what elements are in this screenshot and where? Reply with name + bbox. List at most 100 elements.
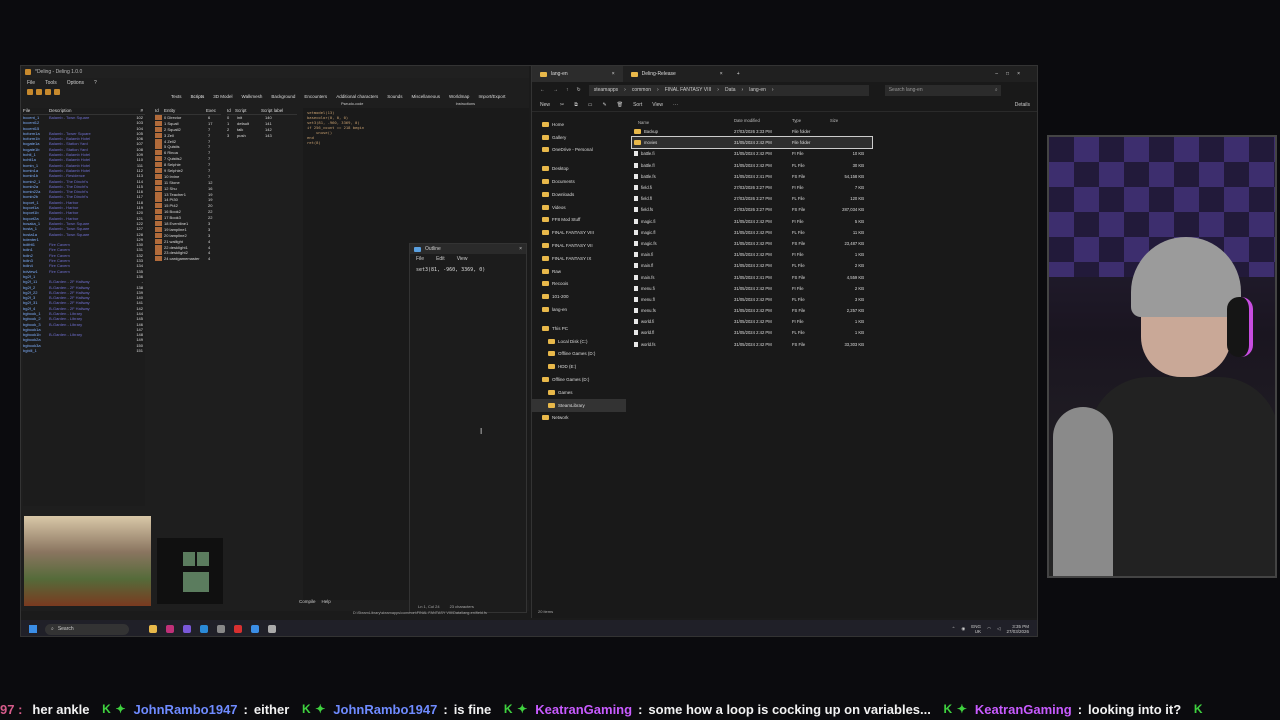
col-description[interactable]: Description	[49, 108, 131, 114]
app-icon[interactable]	[183, 625, 191, 633]
nav-item[interactable]: Network	[532, 412, 626, 425]
nav-item[interactable]: Desktop	[532, 162, 626, 175]
menu-file[interactable]: File	[27, 80, 35, 86]
app-icon[interactable]	[217, 625, 225, 633]
compile-button[interactable]: Compile	[299, 599, 316, 604]
col-size[interactable]: Size	[830, 118, 864, 126]
field-list[interactable]: File Description # bccent_1 Balamb - Town…	[23, 108, 145, 506]
breadcrumb[interactable]: steamapps › common › FINAL FANTASY VIII › D…	[588, 84, 869, 96]
file-row[interactable]: main.fi 31/05/2024 2:42 PM FI File 1 KB	[632, 249, 872, 260]
clock[interactable]: 3:35 PM 27/03/2026	[1006, 624, 1029, 634]
tab-3d-model[interactable]: 3D Model	[213, 94, 232, 102]
close-tab-icon[interactable]: ×	[720, 71, 723, 77]
window-controls[interactable]: –□×	[995, 71, 1028, 77]
col-script-id[interactable]: Id	[227, 108, 235, 114]
new-button[interactable]: New	[540, 102, 550, 108]
entity-list[interactable]: Id Entity Exec 0 Director 6 1 Squall 17 2 Sq…	[155, 108, 221, 308]
col-script[interactable]: Script	[235, 108, 261, 114]
tab-import-export[interactable]: Import/Export	[478, 94, 505, 102]
tab-texts[interactable]: Texts	[171, 94, 182, 102]
language-indicator[interactable]: ENG UK	[971, 624, 981, 634]
breadcrumb-item[interactable]: common	[632, 87, 651, 93]
file-row[interactable]: main.fs 31/05/2024 2:41 PM FS File 4,559 KB	[632, 271, 872, 282]
nav-item[interactable]: FINAL FANTASY IX	[532, 252, 626, 265]
nav-item[interactable]: Games	[532, 386, 626, 399]
back-icon[interactable]: ←	[540, 87, 545, 93]
file-row[interactable]: menu.fi 31/05/2024 2:42 PM FI File 2 KB	[632, 283, 872, 294]
nav-item[interactable]: Documents	[532, 175, 626, 188]
script-list[interactable]: Id Script Script label 0 init 140 1 default 1…	[227, 108, 297, 139]
nav-item[interactable]: Recoois	[532, 278, 626, 291]
file-row[interactable]: world.fs 31/05/2024 2:42 PM FS File 33,303 …	[632, 339, 872, 350]
save-icon[interactable]	[36, 89, 42, 95]
details-button[interactable]: Details	[1015, 102, 1030, 108]
field-row[interactable]: bgbill_1 151	[23, 348, 145, 353]
help-button[interactable]: Help	[322, 599, 331, 604]
tab-background[interactable]: Background	[271, 94, 295, 102]
delete-icon[interactable]: 🗑	[617, 102, 623, 108]
file-row[interactable]: main.fl 31/05/2024 2:42 PM FL File 2 KB	[632, 260, 872, 271]
file-row[interactable]: magic.fs 31/05/2024 2:42 PM FS File 23,487 …	[632, 238, 872, 249]
col-id[interactable]: #	[131, 108, 143, 114]
file-row[interactable]: field.fl 27/03/2026 3:27 PM FL File 120 KB	[632, 193, 872, 204]
paste-icon[interactable]: ▭	[588, 102, 593, 108]
tab-sounds[interactable]: Sounds	[387, 94, 402, 102]
col-type[interactable]: Type	[792, 118, 830, 126]
breadcrumb-item[interactable]: steamapps	[594, 87, 618, 93]
cut-icon[interactable]: ✂	[560, 102, 564, 108]
more-icon[interactable]: ···	[673, 102, 678, 108]
app-icon[interactable]	[166, 625, 174, 633]
file-explorer-icon[interactable]	[149, 625, 157, 633]
nav-item[interactable]: lang-en	[532, 303, 626, 316]
col-entity-id[interactable]: Id	[155, 108, 164, 114]
script-row[interactable]: 3 push 143	[227, 133, 297, 139]
export-icon[interactable]	[54, 89, 60, 95]
nav-item[interactable]: Home	[532, 118, 626, 131]
nav-item[interactable]: FINAL FANTASY VII	[532, 239, 626, 252]
save-as-icon[interactable]	[45, 89, 51, 95]
menu-options[interactable]: Options	[67, 80, 84, 86]
menu-tools[interactable]: Tools	[45, 80, 57, 86]
file-row[interactable]: battle.fs 31/05/2024 2:41 PM FS File 54,158…	[632, 171, 872, 182]
instructions-label[interactable]: Instructions	[456, 102, 475, 110]
close-icon[interactable]: ×	[519, 246, 522, 252]
sort-button[interactable]: Sort	[633, 102, 642, 108]
col-script-label[interactable]: Script label	[261, 108, 283, 114]
nav-item[interactable]: HDD (E:)	[532, 360, 626, 373]
windows-start-icon[interactable]	[29, 625, 37, 633]
notepad-text-area[interactable]: set3(81, -960, 3369, 0)	[410, 263, 526, 277]
file-row[interactable]: world.fl 31/05/2024 2:42 PM FL File 1 KB	[632, 327, 872, 338]
tab-scripts[interactable]: Scripts	[191, 94, 205, 102]
notepad-menu-view[interactable]: View	[457, 256, 468, 262]
taskbar-search[interactable]: ⌕ Search	[45, 623, 129, 635]
nav-item[interactable]: Local Disk (C:)	[532, 335, 626, 348]
file-row[interactable]: field.fs 27/03/2026 3:27 PM FS File 287,034…	[632, 204, 872, 215]
nav-item[interactable]: FINAL FANTASY VIII	[532, 226, 626, 239]
tab-walkmesh[interactable]: Walkmesh	[242, 94, 263, 102]
file-row[interactable]: menu.fs 31/05/2024 2:42 PM FS File 2,257 KB	[632, 305, 872, 316]
new-tab-icon[interactable]: +	[737, 71, 740, 77]
file-row[interactable]: movies 31/05/2024 2:42 PM File folder	[631, 136, 873, 150]
nav-item[interactable]: Offline Games (D:)	[532, 348, 626, 361]
col-date-modified[interactable]: Date modified	[734, 118, 792, 126]
breadcrumb-item[interactable]: FINAL FANTASY VIII	[665, 87, 712, 93]
nav-item[interactable]: This PC	[532, 322, 626, 335]
nav-item[interactable]: 101-200	[532, 290, 626, 303]
tab-encounters[interactable]: Encounters	[304, 94, 327, 102]
col-file[interactable]: File	[23, 108, 49, 114]
nav-item[interactable]: SteamLibrary	[532, 398, 626, 412]
explorer-tab-deling-release[interactable]: Deling-Release ×	[623, 66, 731, 82]
breadcrumb-item[interactable]: lang-en	[749, 87, 766, 93]
col-name[interactable]: Name	[632, 118, 734, 126]
file-row[interactable]: battle.fl 31/05/2024 2:42 PM FL File 30 KB	[632, 160, 872, 171]
breadcrumb-item[interactable]: Data	[725, 87, 736, 93]
chevron-up-icon[interactable]: ⌃	[952, 626, 956, 632]
nav-item[interactable]: OneDrive - Personal	[532, 144, 626, 157]
app-icon[interactable]	[234, 625, 242, 633]
app-icon[interactable]	[200, 625, 208, 633]
tab-miscellaneous[interactable]: Miscellaneous	[411, 94, 440, 102]
file-row[interactable]: field.fi 27/03/2026 3:27 PM FI File 7 KB	[632, 182, 872, 193]
view-button[interactable]: View	[652, 102, 663, 108]
file-row[interactable]: magic.fl 31/05/2024 2:42 PM FL File 11 KB	[632, 227, 872, 238]
file-row[interactable]: magic.fi 31/05/2024 2:42 PM FI File 5 KB	[632, 216, 872, 227]
